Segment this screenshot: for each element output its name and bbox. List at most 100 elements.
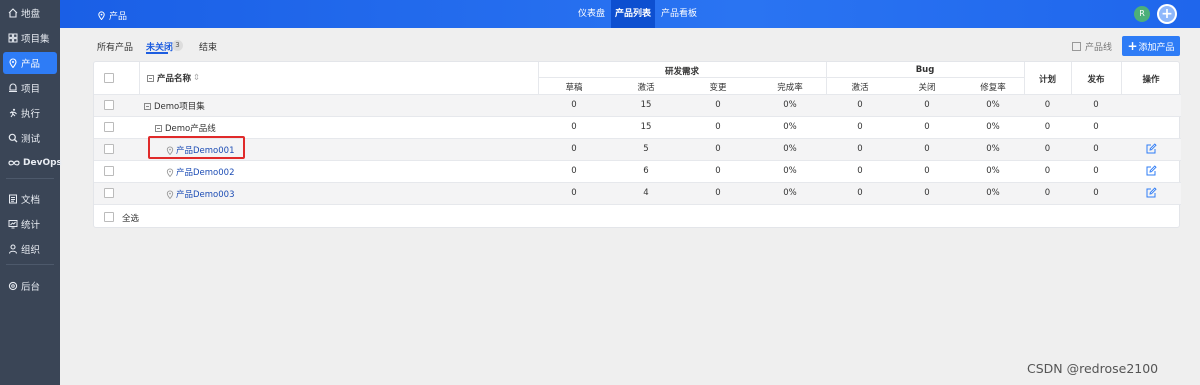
cell-release: 0 — [1093, 188, 1099, 198]
column-header-req-draft: 草稿 — [565, 83, 583, 93]
edit-icon[interactable] — [1146, 187, 1157, 198]
sidebar-item-label: DevOps — [23, 158, 62, 168]
cell-req-changed: 0 — [715, 188, 721, 198]
column-header-release: 发布 — [1087, 75, 1105, 85]
sidebar-item-program[interactable]: 项目集 — [3, 27, 57, 49]
product-name-link[interactable]: 产品Demo002 — [166, 166, 234, 178]
sidebar-item-product[interactable]: 产品 — [3, 52, 57, 74]
user-icon — [8, 244, 18, 254]
cell-plan: 0 — [1044, 122, 1051, 132]
cell-req-active: 5 — [643, 144, 649, 154]
cell-bug-active: 0 — [857, 166, 863, 176]
cell-plan: 0 — [1044, 188, 1051, 198]
column-header-bug-active: 激活 — [851, 83, 869, 93]
divider — [94, 94, 1181, 95]
sidebar-item-label: 产品 — [21, 59, 41, 70]
add-product-button[interactable]: + 添加产品 — [1122, 36, 1180, 56]
sidebar-item-label: 测试 — [21, 134, 41, 145]
global-create-button[interactable]: + — [1157, 4, 1177, 24]
header-select-checkbox[interactable] — [104, 73, 114, 83]
sidebar-item-execution[interactable]: 执行 — [3, 102, 57, 124]
cell-bug-active: 0 — [857, 122, 863, 132]
sidebar: 地盘 项目集 产品 项目 执行 测试 DevOps 文档 统计 组织 后台 — [0, 0, 62, 385]
divider — [94, 138, 1181, 139]
sidebar-item-label: 后台 — [21, 282, 41, 293]
infinity-icon — [8, 158, 20, 168]
product-line-label: 产品线 — [1085, 43, 1113, 53]
cell-req-completion: 0% — [783, 100, 797, 110]
sidebar-divider — [6, 264, 54, 265]
divider — [94, 182, 1181, 183]
add-product-label: 添加产品 — [1138, 42, 1175, 53]
unclosed-count-badge: 3 — [172, 40, 183, 51]
column-header-bug-fix-rate: 修复率 — [980, 83, 1006, 93]
edit-icon[interactable] — [1146, 143, 1157, 154]
tab-product-kanban[interactable]: 产品看板 — [657, 0, 701, 28]
cell-req-draft: 0 — [571, 188, 577, 198]
cell-req-active: 6 — [643, 166, 649, 176]
tab-product-list[interactable]: 产品列表 — [611, 0, 656, 28]
sidebar-item-dashboard[interactable]: 地盘 — [3, 2, 57, 24]
sort-icon[interactable]: ⇕ — [193, 73, 200, 83]
cell-req-changed: 0 — [715, 100, 721, 110]
avatar[interactable]: R — [1134, 6, 1150, 22]
top-navbar: 产品 仪表盘 产品列表 产品看板 R + — [60, 0, 1200, 28]
cell-plan: 0 — [1044, 144, 1051, 154]
program-name[interactable]: Demo项目集 — [144, 100, 205, 112]
collapse-icon[interactable] — [155, 124, 162, 132]
cell-bug-fix-rate: 0% — [986, 100, 1000, 110]
cell-bug-closed: 0 — [924, 100, 930, 110]
collapse-all-icon[interactable] — [147, 74, 154, 82]
gear-icon — [8, 281, 18, 291]
breadcrumb[interactable]: 产品 — [97, 9, 127, 22]
chart-icon — [8, 219, 18, 229]
filter-closed[interactable]: 结束 — [199, 40, 217, 53]
edit-icon[interactable] — [1146, 165, 1157, 176]
project-icon — [8, 83, 18, 93]
cell-req-completion: 0% — [783, 188, 797, 198]
cell-release: 0 — [1093, 166, 1099, 176]
product-name-link[interactable]: 产品Demo003 — [166, 188, 234, 200]
product-line-toggle[interactable]: 产品线 — [1072, 40, 1112, 53]
location-pin-icon — [166, 190, 174, 199]
sidebar-item-doc[interactable]: 文档 — [3, 188, 57, 210]
cell-release: 0 — [1093, 122, 1099, 132]
column-header-req-completion: 完成率 — [777, 83, 803, 93]
select-all-checkbox[interactable] — [104, 212, 114, 222]
divider — [94, 116, 1181, 117]
cell-bug-active: 0 — [857, 100, 863, 110]
run-icon — [8, 108, 18, 118]
sidebar-item-org[interactable]: 组织 — [3, 238, 57, 260]
sidebar-item-label: 执行 — [21, 109, 41, 120]
row-checkbox[interactable] — [104, 122, 114, 132]
row-checkbox[interactable] — [104, 100, 114, 110]
column-header-req-active: 激活 — [637, 83, 655, 93]
highlight-box — [148, 136, 245, 159]
tab-dashboard[interactable]: 仪表盘 — [574, 0, 609, 28]
divider — [139, 62, 140, 94]
cell-bug-closed: 0 — [924, 144, 930, 154]
grid-icon — [8, 33, 18, 43]
cell-req-completion: 0% — [783, 166, 797, 176]
column-header-name[interactable]: 产品名称 ⇕ — [147, 72, 200, 84]
sidebar-item-admin[interactable]: 后台 — [3, 275, 57, 297]
sidebar-item-stats[interactable]: 统计 — [3, 213, 57, 235]
cell-req-draft: 0 — [571, 144, 577, 154]
divider — [94, 204, 1181, 205]
location-pin-icon — [166, 168, 174, 177]
product-line-name[interactable]: Demo产品线 — [155, 122, 216, 134]
sidebar-item-project[interactable]: 项目 — [3, 77, 57, 99]
row-checkbox[interactable] — [104, 188, 114, 198]
product-line-checkbox[interactable] — [1072, 42, 1081, 51]
collapse-icon[interactable] — [144, 102, 151, 110]
cell-req-active: 4 — [643, 188, 649, 198]
sidebar-item-devops[interactable]: DevOps — [3, 152, 62, 174]
location-pin-icon — [8, 58, 18, 68]
cell-req-draft: 0 — [571, 122, 577, 132]
row-checkbox[interactable] — [104, 166, 114, 176]
cell-bug-fix-rate: 0% — [986, 166, 1000, 176]
row-checkbox[interactable] — [104, 144, 114, 154]
select-all-label[interactable]: 全选 — [122, 212, 139, 224]
filter-all-products[interactable]: 所有产品 — [97, 40, 133, 53]
sidebar-item-test[interactable]: 测试 — [3, 127, 57, 149]
